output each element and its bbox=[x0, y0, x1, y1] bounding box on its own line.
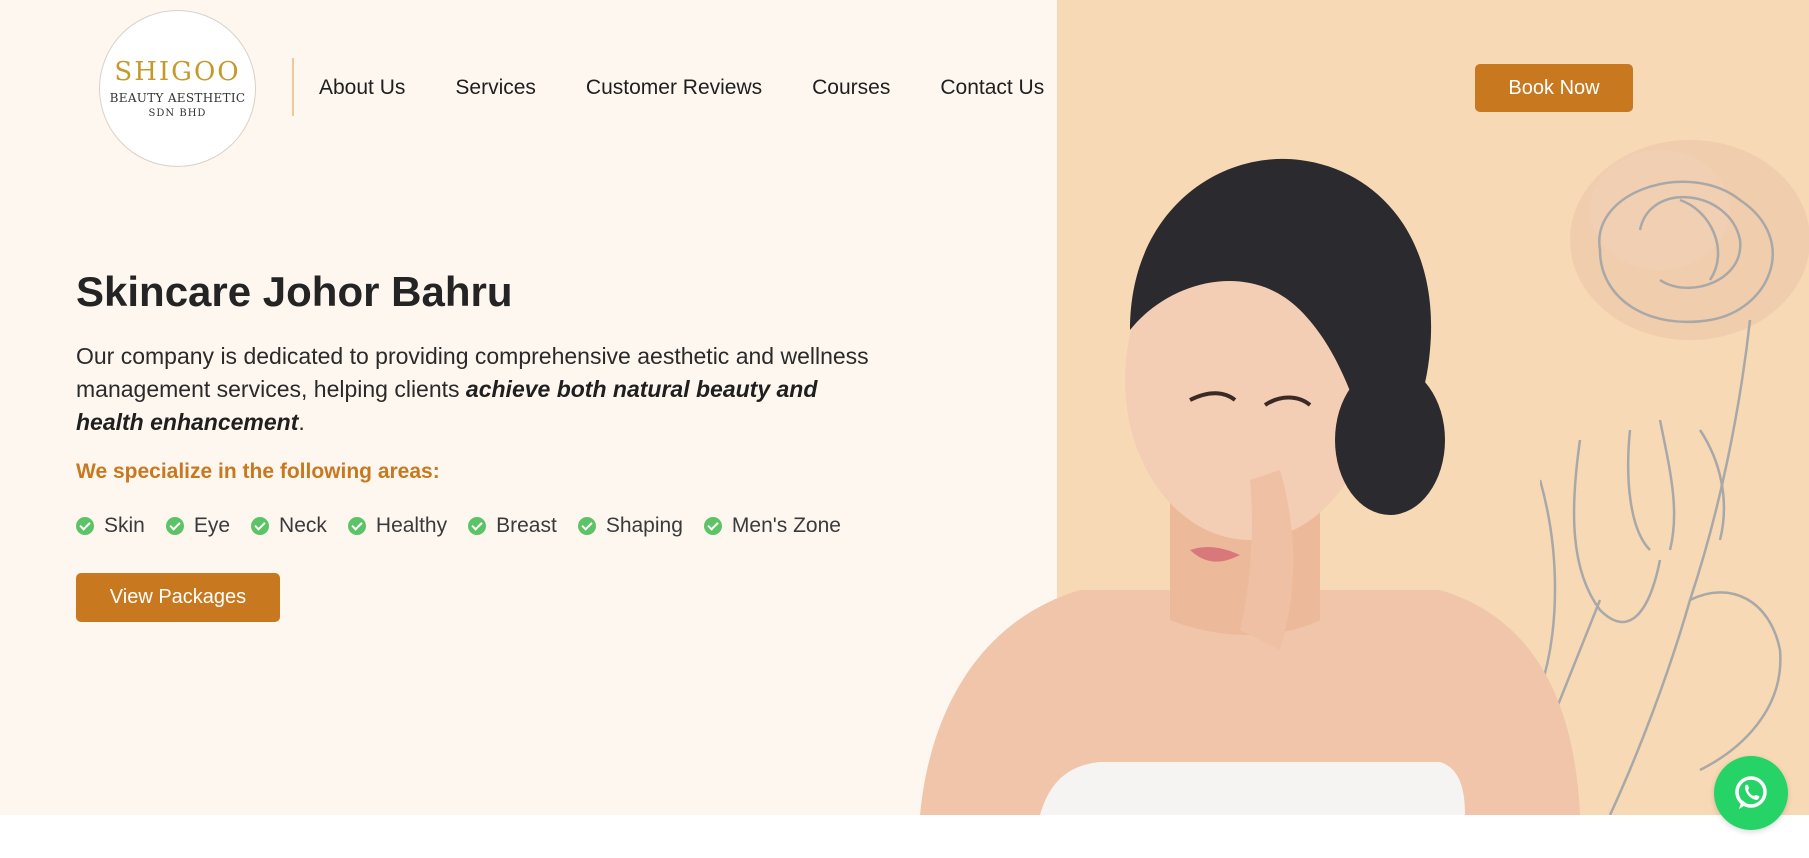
specialty-label: Neck bbox=[279, 514, 327, 537]
specialty-label: Healthy bbox=[375, 514, 448, 537]
nav-item-about-us[interactable]: About Us bbox=[319, 73, 405, 103]
header-divider bbox=[292, 58, 294, 116]
whatsapp-icon bbox=[1735, 776, 1767, 809]
view-packages-button[interactable]: View Packages bbox=[76, 573, 280, 622]
specialty-item-healthy: Healthy bbox=[347, 514, 448, 538]
specialty-item-mens-zone: Men's Zone bbox=[703, 514, 841, 538]
specialty-item-skin: Skin bbox=[76, 514, 145, 538]
check-circle-icon bbox=[468, 517, 487, 535]
logo-name: SHIGOO bbox=[114, 56, 241, 87]
model-portrait-image bbox=[920, 158, 1580, 815]
specialty-label: Breast bbox=[496, 514, 557, 537]
logo-subtitle: BEAUTY AESTHETIC bbox=[109, 90, 246, 105]
nav-item-services[interactable]: Services bbox=[455, 73, 536, 103]
brand-logo[interactable]: SHIGOO BEAUTY AESTHETIC SDN BHD bbox=[99, 10, 256, 167]
hero-description: Our company is dedicated to providing co… bbox=[76, 340, 876, 439]
check-circle-icon bbox=[347, 517, 366, 535]
logo-company: SDN BHD bbox=[148, 107, 207, 119]
nav-item-contact-us[interactable]: Contact Us bbox=[940, 73, 1044, 103]
specialty-item-neck: Neck bbox=[251, 514, 327, 538]
check-circle-icon bbox=[703, 517, 722, 535]
specialty-label: Skin bbox=[104, 514, 145, 537]
specialty-label: Men's Zone bbox=[731, 514, 841, 537]
main-nav: About Us Services Customer Reviews Cours… bbox=[319, 73, 1044, 103]
specialty-item-shaping: Shaping bbox=[577, 514, 683, 538]
specialty-label: Eye bbox=[193, 514, 231, 537]
book-now-button[interactable]: Book Now bbox=[1475, 64, 1633, 112]
whatsapp-chat-button[interactable] bbox=[1714, 756, 1788, 830]
hero-section: SHIGOO BEAUTY AESTHETIC SDN BHD About Us… bbox=[0, 0, 1809, 815]
specialty-item-eye: Eye bbox=[165, 514, 231, 538]
check-circle-icon bbox=[577, 517, 596, 535]
specialize-heading: We specialize in the following areas: bbox=[76, 460, 440, 483]
specialty-list: Skin Eye Neck Healthy Breast Shaping Men… bbox=[76, 514, 862, 538]
specialty-label: Shaping bbox=[605, 514, 683, 537]
nav-item-courses[interactable]: Courses bbox=[812, 73, 890, 103]
page-title: Skincare Johor Bahru bbox=[76, 268, 513, 315]
specialty-item-breast: Breast bbox=[468, 514, 557, 538]
hero-description-end: . bbox=[298, 409, 305, 435]
nav-item-customer-reviews[interactable]: Customer Reviews bbox=[586, 73, 762, 103]
check-circle-icon bbox=[76, 517, 94, 535]
check-circle-icon bbox=[251, 517, 270, 535]
check-circle-icon bbox=[165, 517, 184, 535]
